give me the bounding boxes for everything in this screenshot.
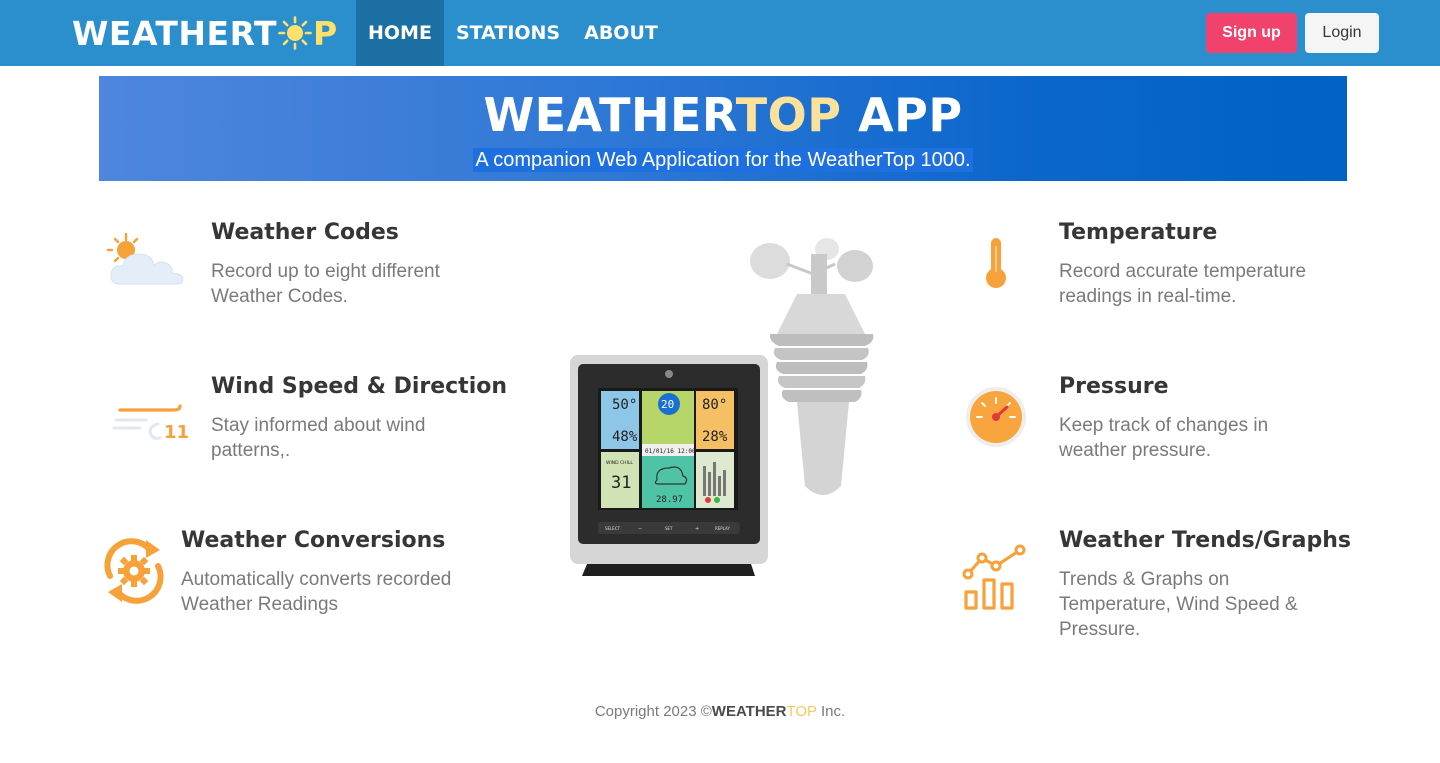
console-btn-plus: + [695,526,699,532]
hero-title-part3: APP [841,88,963,142]
hero-subtitle: A companion Web Application for the Weat… [99,148,1347,172]
feature-title: Temperature [1059,220,1218,245]
feature-desc: Stay informed about wind patterns,. [211,415,426,461]
nav-stations[interactable]: STATIONS [444,0,572,66]
main-nav: HOME STATIONS ABOUT [356,0,670,66]
top-navbar: WEATHERT P HOME STATIONS ABOUT Sign up L… [0,0,1440,66]
indoor-humidity: 28% [702,429,728,445]
feature-title: Weather Codes [211,220,399,245]
sun-logo-icon [278,16,312,50]
signup-button[interactable]: Sign up [1206,13,1297,53]
hero-banner: WEATHERTOP APP A companion Web Applicati… [99,76,1347,181]
feature-title: Wind Speed & Direction [211,374,508,399]
wind-icon: 11 [112,404,189,443]
wind-speed-readout: 20 [661,398,674,411]
feature-desc: Keep track of changes in weather pressur… [1059,415,1269,461]
footer-suffix: Inc. [816,703,846,720]
hero-title-accent: TOP [735,88,842,142]
console-btn-set: SET [665,526,673,531]
thermometer-icon [986,238,1006,288]
footer: Copyright 2023 ©WEATHERTOP Inc. [0,703,1440,720]
indoor-temp: 80° [702,397,727,413]
wind-icon-number: 11 [164,422,189,443]
feature-title: Weather Conversions [181,528,446,553]
feature-desc: Automatically converts recorded Weather … [181,569,452,615]
brand-logo[interactable]: WEATHERT P [72,12,338,54]
console-btn-minus: − [638,526,642,532]
hero-title: WEATHERTOP APP [99,88,1347,142]
feature-title: Pressure [1059,374,1169,399]
wind-chill-value: 31 [611,473,631,493]
hero-title-part1: WEATHER [483,88,736,142]
hero-subtitle-text: A companion Web Application for the Weat… [473,148,973,172]
login-button[interactable]: Login [1305,13,1379,53]
feature-title: Weather Trends/Graphs [1059,528,1352,553]
brand-text-part2: P [313,13,338,53]
console-btn-select: SELECT [605,526,621,531]
nav-home[interactable]: HOME [356,0,444,66]
pressure-gauge-icon [966,387,1026,447]
outdoor-sensor [750,238,874,495]
pressure-readout: 28.97 [656,495,683,505]
console-btn-replay: REPLAY [715,526,730,531]
feature-desc: Record up to eight different Weather Cod… [211,261,440,307]
trend-graph-icon [962,544,1026,610]
sun-cloud-icon [106,232,184,285]
outdoor-humidity: 48% [612,429,638,445]
outdoor-temp: 50° [612,397,637,413]
weather-station-image: 50° 48% 20 80° 28% 01/01/16 12:00 WIND C… [570,238,874,576]
conversion-gear-icon [104,538,164,604]
brand-text-part1: WEATHERT [72,13,278,53]
footer-brand-part2: TOP [786,703,817,720]
wind-chill-label: WIND CHILL [606,460,633,466]
feature-desc: Record accurate temperature readings in … [1059,261,1307,307]
footer-brand-part1: WEATHER [711,703,787,720]
nav-about[interactable]: ABOUT [572,0,670,66]
date-time: 01/01/16 12:00 [645,448,696,455]
display-console: 50° 48% 20 80° 28% 01/01/16 12:00 WIND C… [570,355,768,576]
footer-copyright: Copyright 2023 © [594,703,712,720]
feature-desc: Trends & Graphs on Temperature, Wind Spe… [1059,569,1298,640]
